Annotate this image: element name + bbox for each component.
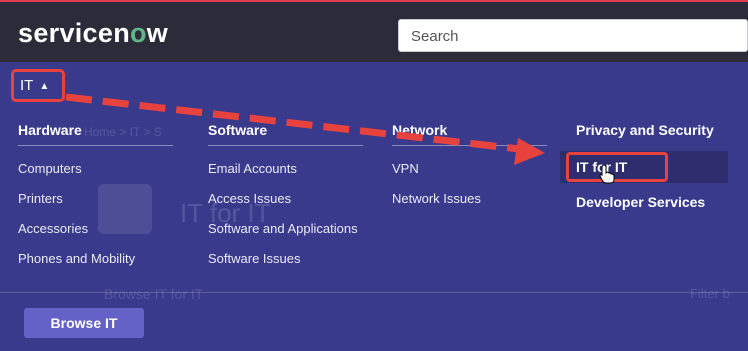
- arrow-head-icon: [514, 138, 545, 165]
- app-frame: servicenow Search IT ▲ Home > IT > S IT f…: [0, 0, 748, 351]
- arrow-line: [65, 93, 529, 154]
- hand-cursor-icon: [599, 164, 615, 184]
- annotation-arrow: [65, 93, 545, 165]
